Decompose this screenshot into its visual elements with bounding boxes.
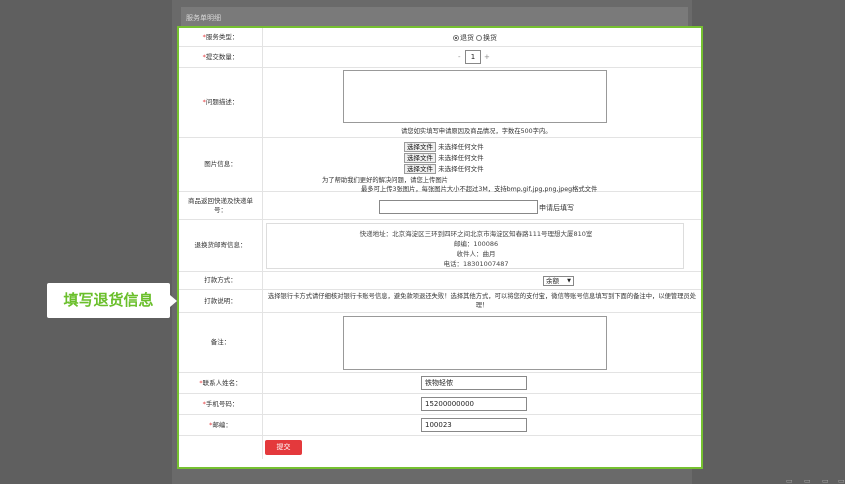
tracking-label: 商品返回快递及快递单号：	[179, 192, 263, 219]
file-picker-3: 选择文件 未选择任何文件	[404, 163, 484, 174]
phone-input[interactable]: 15200000000	[421, 397, 527, 411]
images-label: 图片信息：	[179, 138, 263, 191]
tracking-suffix: 申请后填写	[539, 204, 574, 212]
remark-textarea[interactable]	[343, 316, 607, 370]
payment-note-label: 打款说明：	[179, 290, 263, 312]
payment-note-row: 打款说明： 选择银行卡方式请仔细核对银行卡账号信息，避免款项退还失败！选择其他方…	[179, 290, 701, 313]
problem-textarea[interactable]	[343, 70, 607, 123]
file-status-3: 未选择任何文件	[438, 165, 484, 173]
address-box: 快递地址：北京海淀区三环到四环之间北京市海淀区知春路111号理想大厦810室 邮…	[266, 223, 684, 269]
service-type-label: * 服务类型：	[179, 28, 263, 46]
address-phone: 电话：18301007487	[443, 260, 509, 268]
quantity-input[interactable]: 1	[465, 50, 481, 64]
radio-exchange[interactable]: 换货	[476, 33, 497, 43]
remark-label: 备注：	[179, 313, 263, 372]
quantity-label: * 提交数量：	[179, 47, 263, 67]
tracking-row: 商品返回快递及快递单号： 申请后填写	[179, 192, 701, 220]
menu-icon[interactable]: ▭	[838, 477, 845, 484]
submit-row: 提交	[179, 436, 701, 459]
images-row: 图片信息： 选择文件 未选择任何文件 选择文件 未选择任何文件 选择文件 未选择…	[179, 138, 701, 193]
problem-label: * 问题描述：	[179, 68, 263, 137]
quantity-minus-button[interactable]: -	[458, 53, 461, 61]
postcode-row: * 邮编： 100023	[179, 415, 701, 436]
postcode-input[interactable]: 100023	[421, 418, 527, 432]
share-icon[interactable]: ▭	[786, 477, 793, 484]
radio-exchange-icon[interactable]	[476, 35, 482, 41]
submit-button[interactable]: 提交	[265, 440, 302, 455]
file-status-2: 未选择任何文件	[438, 154, 484, 162]
postcode-label: * 邮编：	[179, 415, 263, 435]
remark-row: 备注：	[179, 313, 701, 373]
radio-return[interactable]: 退货	[453, 33, 474, 43]
radio-return-icon[interactable]	[453, 35, 459, 41]
choose-file-button-1[interactable]: 选择文件	[404, 142, 436, 152]
phone-row: * 手机号码： 15200000000	[179, 394, 701, 415]
address-recipient: 收件人：曲月	[456, 250, 496, 258]
choose-file-button-3[interactable]: 选择文件	[404, 164, 436, 174]
images-hint-1: 为了帮助我们更好的解决问题，请您上传图片	[322, 177, 448, 184]
submit-row-label	[179, 436, 263, 459]
file-status-1: 未选择任何文件	[438, 143, 484, 151]
address-label: 退换货邮寄信息：	[179, 220, 263, 271]
chevron-down-icon: ▼	[567, 278, 571, 284]
service-type-row: * 服务类型： 退货 换货	[179, 28, 701, 47]
contact-row: * 联系人姓名： 铁物轻侬	[179, 373, 701, 394]
phone-label: * 手机号码：	[179, 394, 263, 414]
return-form: * 服务类型： 退货 换货 * 提交数量： - 1 + * 问题描述： 请您如实填写申…	[177, 26, 703, 469]
file-picker-1: 选择文件 未选择任何文件	[404, 141, 484, 152]
quantity-row: * 提交数量： - 1 +	[179, 47, 701, 68]
address-postcode: 邮编：100086	[453, 240, 499, 248]
address-line: 快递地址：北京海淀区三环到四环之间北京市海淀区知春路111号理想大厦810室	[359, 230, 593, 238]
trash-icon[interactable]: ▭	[822, 477, 829, 484]
address-row: 退换货邮寄信息： 快递地址：北京海淀区三环到四环之间北京市海淀区知春路111号理…	[179, 220, 701, 272]
quantity-plus-button[interactable]: +	[484, 53, 490, 61]
print-icon[interactable]: ▭	[804, 477, 811, 484]
payment-note-text: 选择银行卡方式请仔细核对银行卡账号信息，避免款项退还失败！选择其他方式，可以将您…	[267, 293, 697, 309]
callout-label: 填写退货信息	[47, 283, 177, 318]
file-picker-2: 选择文件 未选择任何文件	[404, 152, 484, 163]
payment-method-row: 打款方式： 余额 ▼	[179, 272, 701, 290]
choose-file-button-2[interactable]: 选择文件	[404, 153, 436, 163]
contact-label: * 联系人姓名：	[179, 373, 263, 393]
problem-row: * 问题描述： 请您如实填写申请原因及商品情况，字数在500字内。	[179, 68, 701, 138]
tracking-input[interactable]	[379, 200, 538, 214]
payment-method-select[interactable]: 余额 ▼	[543, 276, 574, 286]
payment-method-label: 打款方式：	[179, 272, 263, 289]
section-title: 服务单明细	[181, 7, 688, 27]
problem-hint: 请您如实填写申请原因及商品情况，字数在500字内。	[401, 128, 552, 135]
contact-name-input[interactable]: 铁物轻侬	[421, 376, 527, 390]
